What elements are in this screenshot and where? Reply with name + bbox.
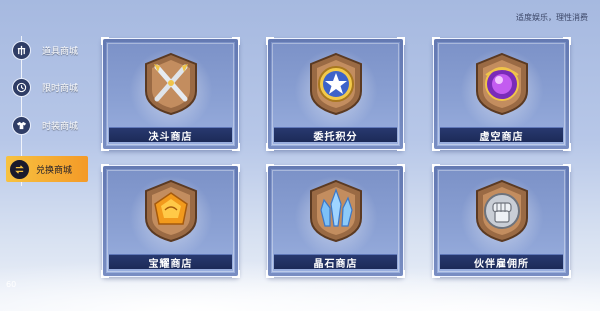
item-shop-icon	[12, 40, 31, 60]
shop-name: 晶石商店	[313, 258, 358, 270]
sidebar-item-exchange-shop[interactable]: 兑换商城	[6, 156, 88, 182]
sidebar-item-label: 兑换商城	[36, 165, 73, 176]
shop-sidebar: 道具商城 限时商城 时装商城 兑换商城	[0, 30, 95, 190]
shop-name-banner: 宝耀商店	[109, 254, 232, 270]
shop-name-banner: 晶石商店	[274, 254, 397, 270]
fist-icon	[475, 179, 528, 243]
star-medal-icon	[309, 52, 362, 116]
fps-counter: 60	[6, 280, 17, 289]
shop-name: 委托积分	[313, 131, 358, 143]
shop-card-treasure[interactable]: 宝耀商店	[101, 164, 240, 278]
sidebar-item-item-shop[interactable]: 道具商城	[0, 37, 95, 63]
shop-card-void[interactable]: 虚空商店	[432, 37, 571, 151]
shop-name-banner: 委托积分	[274, 127, 397, 143]
void-orb-icon	[475, 52, 528, 116]
shop-name-banner: 决斗商店	[109, 127, 232, 143]
amber-gem-icon	[144, 179, 197, 243]
shop-card-partner-hiring[interactable]: 伙伴雇佣所	[432, 164, 571, 278]
shop-name: 决斗商店	[148, 131, 193, 143]
shop-card-crystal[interactable]: 晶石商店	[266, 164, 405, 278]
shop-card-commission[interactable]: 委托积分	[266, 37, 405, 151]
shop-name: 虚空商店	[479, 131, 524, 143]
sidebar-item-label: 道具商城	[42, 46, 79, 57]
crossed-swords-icon	[144, 52, 197, 116]
clock-icon	[12, 77, 31, 97]
exchange-icon	[10, 159, 29, 179]
sidebar-item-label: 限时商城	[42, 83, 79, 94]
sidebar-item-fashion-shop[interactable]: 时装商城	[0, 112, 95, 138]
crystal-icon	[309, 179, 362, 243]
shop-name: 宝耀商店	[148, 258, 193, 270]
sidebar-item-label: 时装商城	[42, 121, 79, 132]
shop-name-banner: 伙伴雇佣所	[440, 254, 563, 270]
shop-card-duel[interactable]: 决斗商店	[101, 37, 240, 151]
fashion-icon	[12, 115, 31, 135]
healthy-gaming-notice: 适度娱乐，理性消费	[516, 13, 588, 22]
shop-name-banner: 虚空商店	[440, 127, 563, 143]
shop-name: 伙伴雇佣所	[474, 258, 529, 270]
sidebar-item-limited-shop[interactable]: 限时商城	[0, 74, 95, 100]
